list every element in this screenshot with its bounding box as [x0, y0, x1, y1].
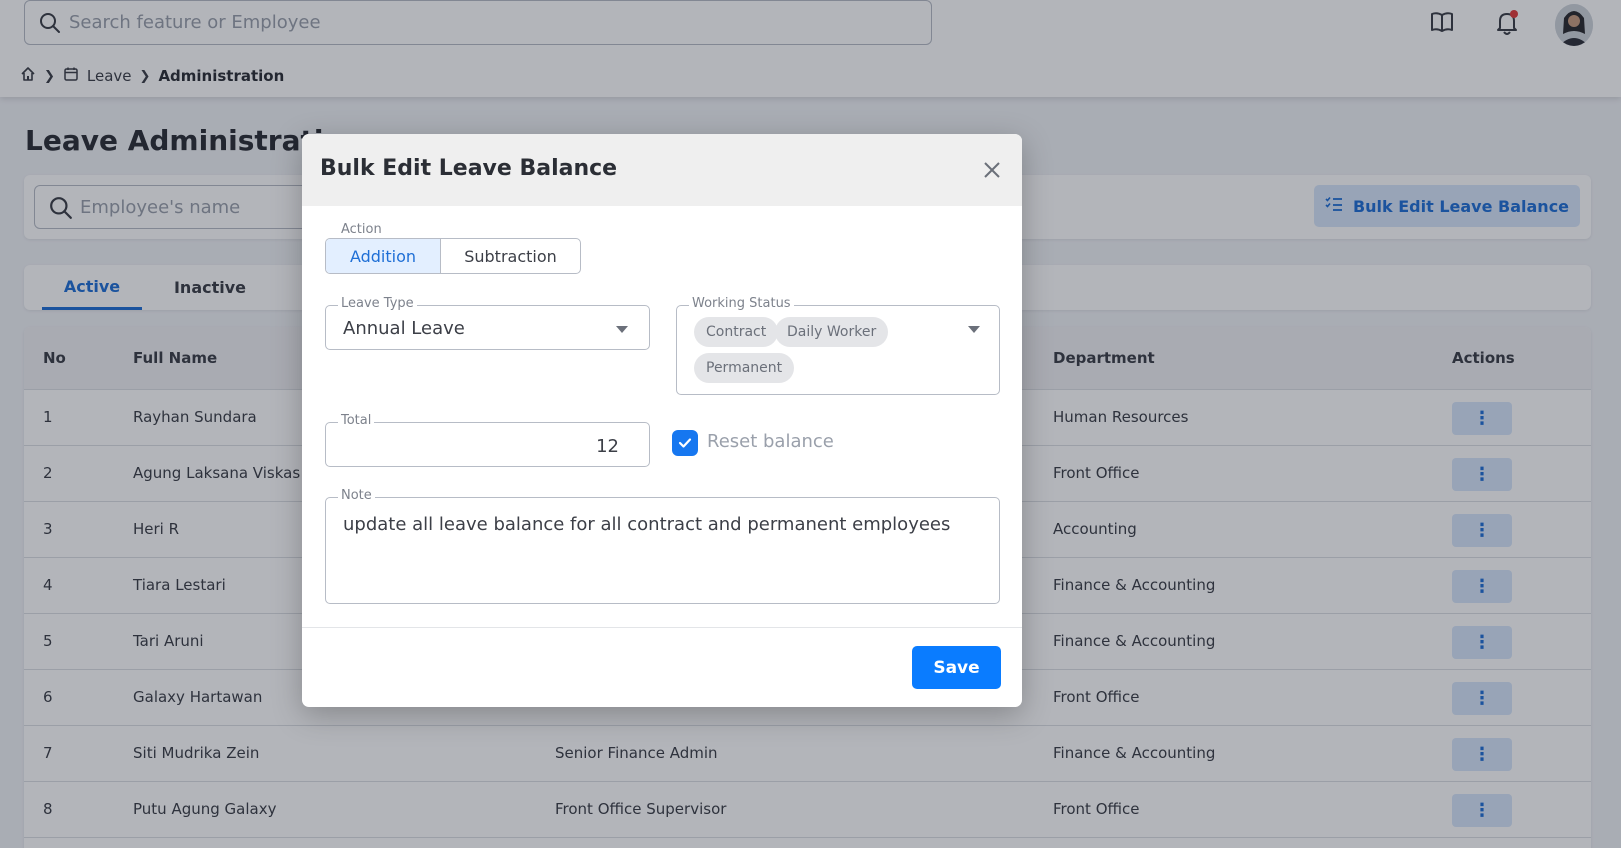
working-status-label: Working Status: [689, 296, 794, 311]
action-addition-option[interactable]: Addition: [326, 239, 441, 273]
save-button[interactable]: Save: [912, 646, 1001, 689]
total-value: 12: [596, 436, 619, 457]
close-icon[interactable]: [980, 158, 1004, 182]
modal-title: Bulk Edit Leave Balance: [320, 156, 618, 181]
action-label: Action: [338, 222, 385, 237]
leave-type-label: Leave Type: [338, 296, 417, 311]
note-label: Note: [338, 488, 375, 503]
working-status-select[interactable]: Contract Daily Worker Permanent: [676, 305, 1000, 395]
action-subtraction-option[interactable]: Subtraction: [441, 239, 580, 273]
chevron-down-icon: [616, 326, 628, 333]
leave-type-value: Annual Leave: [343, 318, 465, 339]
check-icon: [678, 438, 692, 448]
chip-daily-worker[interactable]: Daily Worker: [775, 317, 889, 347]
reset-balance-checkbox[interactable]: [672, 430, 698, 456]
chip-permanent[interactable]: Permanent: [694, 353, 795, 383]
chip-contract[interactable]: Contract: [694, 317, 779, 347]
note-textarea[interactable]: update all leave balance for all contrac…: [325, 497, 1000, 604]
action-segmented-control: Addition Subtraction: [325, 238, 581, 274]
total-input[interactable]: 12: [325, 422, 650, 467]
modal-header: Bulk Edit Leave Balance: [302, 134, 1022, 206]
note-value: update all leave balance for all contrac…: [343, 514, 951, 535]
bulk-edit-modal: Bulk Edit Leave Balance Action Addition …: [302, 134, 1022, 707]
reset-balance-label[interactable]: Reset balance: [707, 431, 834, 452]
modal-footer-divider: [302, 627, 1022, 628]
total-label: Total: [338, 413, 375, 428]
leave-type-select[interactable]: Annual Leave: [325, 305, 650, 350]
chevron-down-icon: [968, 326, 980, 333]
